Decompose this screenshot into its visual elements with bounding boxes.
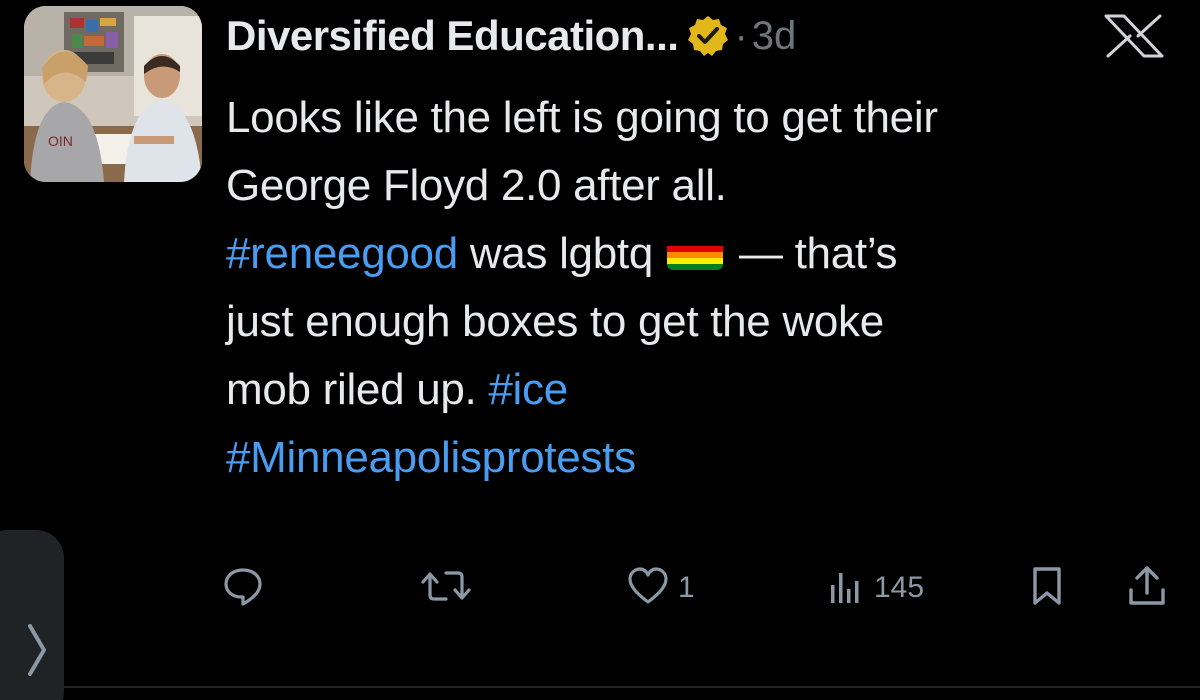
tweet-text-segment: George Floyd 2.0 after all. — [226, 161, 727, 210]
share-icon — [1124, 563, 1170, 614]
tweet-card[interactable]: OIN Diversified Education... · 3d Looks … — [0, 0, 1200, 700]
avatar[interactable]: OIN — [24, 6, 202, 182]
tweet-text-line: George Floyd 2.0 after all. — [226, 152, 1186, 220]
tweet-timestamp[interactable]: 3d — [752, 14, 797, 59]
tweet-text-line: Looks like the left is going to get thei… — [226, 84, 1186, 152]
repost-icon — [420, 565, 472, 612]
chevron-right-icon[interactable] — [22, 620, 52, 680]
tweet-text-segment: was lgbtq — [457, 229, 653, 278]
tweet-text-segment: just enough boxes to get the woke — [226, 297, 884, 346]
tweet-text-line: #Minneapolisprotests — [226, 424, 1186, 492]
reply-icon — [222, 565, 264, 612]
tweet-text-line: #reneegood was lgbtq — that’s — [226, 220, 1186, 288]
tweet-text-line: mob riled up. #ice — [226, 356, 1186, 424]
rainbow-flag-icon — [667, 234, 723, 271]
hashtag-link[interactable]: #reneegood — [226, 229, 458, 278]
tweet-text-segment: — that’s — [739, 229, 898, 278]
gold-verified-check-icon[interactable] — [686, 14, 730, 58]
tweet-text-line: just enough boxes to get the woke — [226, 288, 1186, 356]
views-count: 145 — [874, 571, 925, 604]
tweet-actions-bar: 1 145 — [0, 560, 1200, 616]
svg-text:OIN: OIN — [48, 133, 73, 149]
views-button[interactable]: 145 — [826, 560, 924, 616]
hashtag-link[interactable]: #ice — [488, 365, 568, 414]
x-logo-icon — [1098, 12, 1170, 60]
heart-icon — [626, 565, 670, 612]
author-display-name[interactable]: Diversified Education... — [226, 12, 679, 60]
hashtag-link[interactable]: #Minneapolisprotests — [226, 433, 636, 482]
like-count: 1 — [678, 571, 695, 604]
reply-button[interactable] — [222, 560, 272, 616]
like-button[interactable]: 1 — [626, 560, 695, 616]
tweet-text: Looks like the left is going to get thei… — [226, 84, 1186, 492]
views-icon — [826, 565, 866, 612]
tweet-text-segment: mob riled up. — [226, 365, 489, 414]
repost-button[interactable] — [420, 560, 480, 616]
bookmark-button[interactable] — [1026, 560, 1068, 616]
header-separator: · — [734, 13, 748, 58]
tweet-text-segment: Looks like the left is going to get thei… — [226, 93, 938, 142]
share-button[interactable] — [1124, 560, 1170, 616]
bookmark-icon — [1026, 564, 1068, 613]
tweet-header: Diversified Education... · 3d — [226, 8, 796, 64]
divider — [64, 686, 1200, 688]
